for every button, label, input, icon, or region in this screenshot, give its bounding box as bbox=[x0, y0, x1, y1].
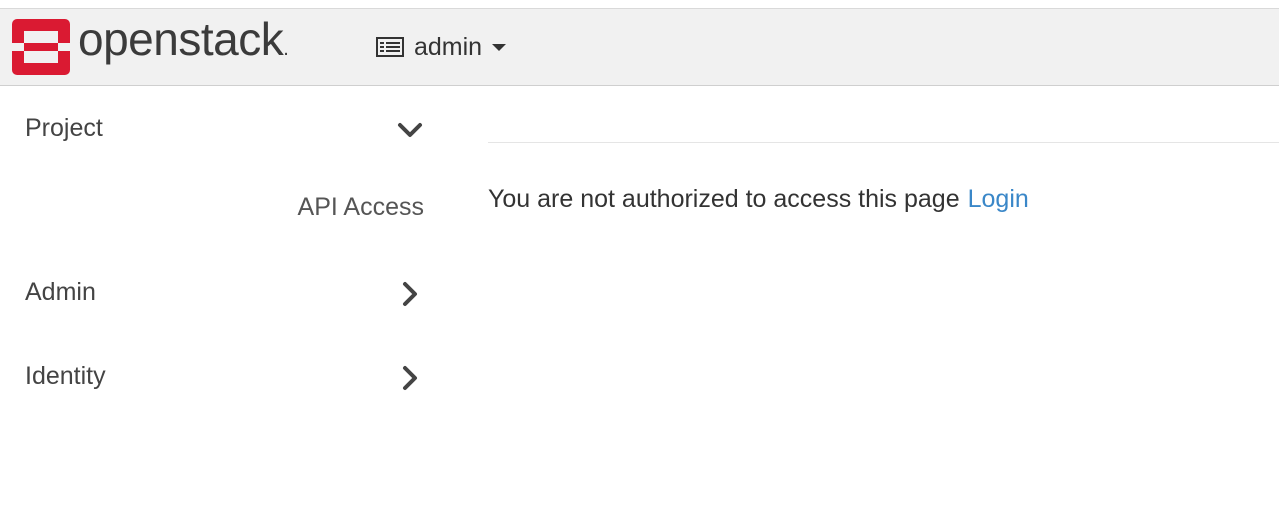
sidebar-item-label: Admin bbox=[25, 278, 96, 306]
openstack-logo-icon bbox=[12, 19, 70, 75]
sidebar-subitem-api-access[interactable]: API Access bbox=[298, 193, 424, 222]
project-selector-dropdown[interactable]: admin bbox=[376, 30, 507, 64]
project-grid-icon bbox=[376, 37, 404, 57]
brand-name: openstack. bbox=[78, 13, 289, 65]
brand-logo-link[interactable]: openstack. bbox=[12, 13, 289, 75]
chevron-right-icon bbox=[403, 366, 417, 390]
project-selector-label: admin bbox=[414, 32, 483, 61]
content-divider bbox=[488, 142, 1279, 143]
sidebar-item-project[interactable]: Project bbox=[0, 104, 440, 154]
unauthorized-text: You are not authorized to access this pa… bbox=[488, 185, 960, 213]
top-navbar: openstack. admin bbox=[0, 8, 1279, 86]
brand-dot: . bbox=[283, 38, 289, 60]
login-link[interactable]: Login bbox=[968, 185, 1029, 213]
sidebar-item-admin[interactable]: Admin bbox=[0, 268, 440, 318]
sidebar-item-label: Project bbox=[25, 114, 103, 142]
unauthorized-message: You are not authorized to access this pa… bbox=[488, 185, 1029, 214]
sidebar-item-identity[interactable]: Identity bbox=[0, 352, 440, 402]
chevron-down-icon bbox=[398, 123, 422, 137]
chevron-right-icon bbox=[403, 282, 417, 306]
sidebar-item-label: Identity bbox=[25, 362, 106, 390]
caret-down-icon bbox=[492, 43, 507, 51]
